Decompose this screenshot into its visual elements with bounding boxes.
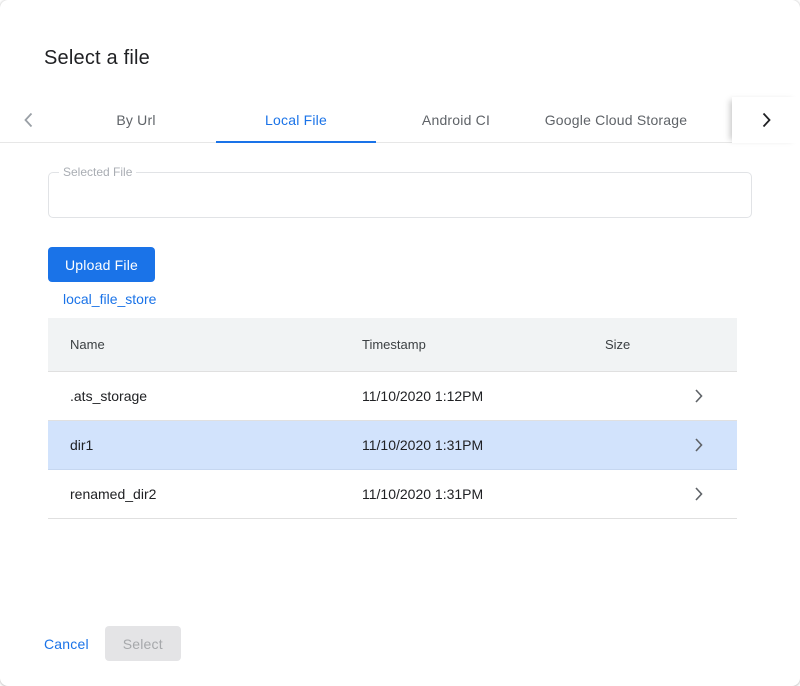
chevron-right-icon <box>679 487 719 501</box>
tab-label: Android CI <box>422 112 490 128</box>
file-name: renamed_dir2 <box>70 486 362 502</box>
chevron-right-icon <box>762 112 771 128</box>
tab-label: Local File <box>265 112 327 128</box>
file-timestamp: 11/10/2020 1:31PM <box>362 437 605 453</box>
select-file-dialog: Select a file By Url Local File Android … <box>0 0 800 686</box>
column-header-timestamp: Timestamp <box>362 337 605 352</box>
column-header-size: Size <box>605 337 679 352</box>
column-header-name: Name <box>70 337 362 352</box>
selected-file-input[interactable] <box>49 173 751 217</box>
file-timestamp: 11/10/2020 1:12PM <box>362 388 605 404</box>
tab-google-cloud-storage[interactable]: Google Cloud Storage <box>536 97 696 142</box>
file-table: Name Timestamp Size .ats_storage 11/10/2… <box>48 318 737 519</box>
file-name: .ats_storage <box>70 388 362 404</box>
file-timestamp: 11/10/2020 1:31PM <box>362 486 605 502</box>
chevron-left-icon <box>24 112 33 128</box>
selected-file-field: Selected File <box>48 172 752 218</box>
upload-file-button[interactable]: Upload File <box>48 247 155 282</box>
tab-by-url[interactable]: By Url <box>56 97 216 142</box>
file-name: dir1 <box>70 437 362 453</box>
tab-scroll-left-button[interactable] <box>0 97 56 142</box>
cancel-button[interactable]: Cancel <box>44 636 89 652</box>
chevron-right-icon <box>679 438 719 452</box>
tab-label: By Url <box>116 112 155 128</box>
table-header-row: Name Timestamp Size <box>48 318 737 372</box>
tab-scroll-right-button[interactable] <box>732 97 800 143</box>
table-row[interactable]: renamed_dir2 11/10/2020 1:31PM <box>48 470 737 519</box>
chevron-right-icon <box>679 389 719 403</box>
selected-file-label: Selected File <box>59 165 136 179</box>
dialog-footer: Cancel Select <box>44 626 181 661</box>
table-row[interactable]: .ats_storage 11/10/2020 1:12PM <box>48 372 737 421</box>
tab-label: Google Cloud Storage <box>545 112 688 128</box>
tab-bar: By Url Local File Android CI Google Clou… <box>0 97 800 143</box>
dialog-title: Select a file <box>44 47 150 70</box>
tab-android-ci[interactable]: Android CI <box>376 97 536 142</box>
select-button[interactable]: Select <box>105 626 181 661</box>
tab-local-file[interactable]: Local File <box>216 97 376 142</box>
table-row-selected[interactable]: dir1 11/10/2020 1:31PM <box>48 421 737 470</box>
local-file-store-link[interactable]: local_file_store <box>63 291 156 307</box>
